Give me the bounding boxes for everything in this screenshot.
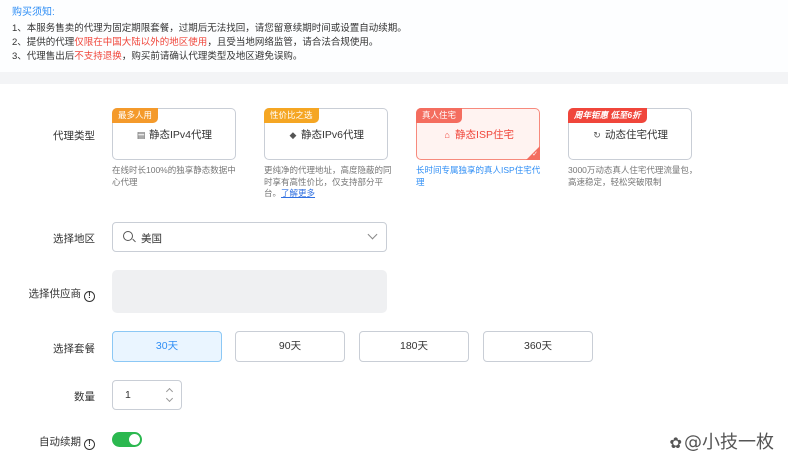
auto-renew-label: 自动续期! <box>0 434 95 450</box>
proxy-type-label: 代理类型 <box>53 130 95 142</box>
proxy-type-isp-card[interactable]: 真人住宅 ⌂ 静态ISP住宅 ✓ <box>416 108 540 160</box>
proxy-type-isp-desc: 长时间专属独享的真人ISP住宅代理 <box>416 165 541 187</box>
region-label: 选择地区 <box>53 233 95 245</box>
proxy-type-ipv4-desc: 在线时长100%的独享静态数据中心代理 <box>112 165 236 187</box>
plan-360-days[interactable]: 360天 <box>483 331 593 362</box>
quantity-value: 1 <box>125 389 131 401</box>
notice-line-2: 2、提供的代理仅限在中国大陆以外的地区使用，且受当地网络监管，请合法合规使用。 <box>12 37 379 48</box>
supplier-label: 选择供应商! <box>0 286 95 302</box>
home-icon: ⌂ <box>444 130 450 140</box>
chevron-down-icon <box>367 229 378 240</box>
notice-line-1: 1、本服务售卖的代理为固定期限套餐，过期后无法找回，请您留意续期时间或设置自动续… <box>12 23 407 34</box>
badge: 最多人用 <box>112 108 159 123</box>
proxy-type-ipv6-card[interactable]: 性价比之选 ◆ 静态IPv6代理 <box>264 108 388 160</box>
quantity-stepper[interactable]: 1 <box>112 380 182 410</box>
badge: 性价比之选 <box>264 108 319 123</box>
order-form: 代理类型 最多人用 ▤ 静态IPv4代理 在线时长100%的独享静态数据中心代理 … <box>0 84 788 468</box>
help-icon[interactable]: ! <box>84 439 95 450</box>
region-value: 美国 <box>141 233 162 245</box>
plan-label: 选择套餐 <box>53 343 95 355</box>
refresh-icon: ↻ <box>593 130 601 140</box>
notice-title: 购买须知: <box>12 7 55 18</box>
purchase-notice: 购买须知: 1、本服务售卖的代理为固定期限套餐，过期后无法找回，请您留意续期时间… <box>0 0 788 72</box>
plan-90-days[interactable]: 90天 <box>235 331 345 362</box>
card-title: 静态IPv4代理 <box>148 129 212 141</box>
server-icon: ▤ <box>136 130 146 140</box>
search-icon <box>123 231 133 241</box>
proxy-type-dynamic-desc: 3000万动态真人住宅代理流量包，高速稳定，轻松突破限制 <box>568 165 698 187</box>
card-title: 静态ISP住宅 <box>455 129 514 141</box>
paw-icon: ✿ <box>669 434 682 452</box>
auto-renew-toggle[interactable] <box>112 432 142 447</box>
learn-more-link[interactable]: 了解更多 <box>281 188 315 198</box>
plan-180-days[interactable]: 180天 <box>359 331 469 362</box>
card-title: 动态住宅代理 <box>605 129 668 141</box>
check-icon: ✓ <box>532 151 538 158</box>
badge: 周年钜惠 低至6折 <box>568 108 647 123</box>
proxy-type-dynamic-card[interactable]: 周年钜惠 低至6折 ↻ 动态住宅代理 <box>568 108 692 160</box>
watermark: ✿ @小技一枚 <box>669 432 774 453</box>
supplier-select[interactable] <box>112 270 387 313</box>
region-select[interactable]: 美国 <box>112 222 387 252</box>
toggle-knob <box>129 434 140 445</box>
plan-30-days[interactable]: 30天 <box>112 331 222 362</box>
notice-line-3: 3、代理售出后不支持退换，购买前请确认代理类型及地区避免误购。 <box>12 51 303 62</box>
cube-icon: ◆ <box>289 130 297 140</box>
proxy-type-ipv6-desc: 更纯净的代理地址，高度隐蔽的同时享有高性价比，仅支持部分平台。了解更多 <box>264 165 392 198</box>
proxy-type-ipv4-card[interactable]: 最多人用 ▤ 静态IPv4代理 <box>112 108 236 160</box>
card-title: 静态IPv6代理 <box>300 129 364 141</box>
quantity-label: 数量 <box>74 391 95 403</box>
decrement-icon[interactable] <box>165 394 174 403</box>
help-icon[interactable]: ! <box>84 291 95 302</box>
badge: 真人住宅 <box>416 108 463 123</box>
